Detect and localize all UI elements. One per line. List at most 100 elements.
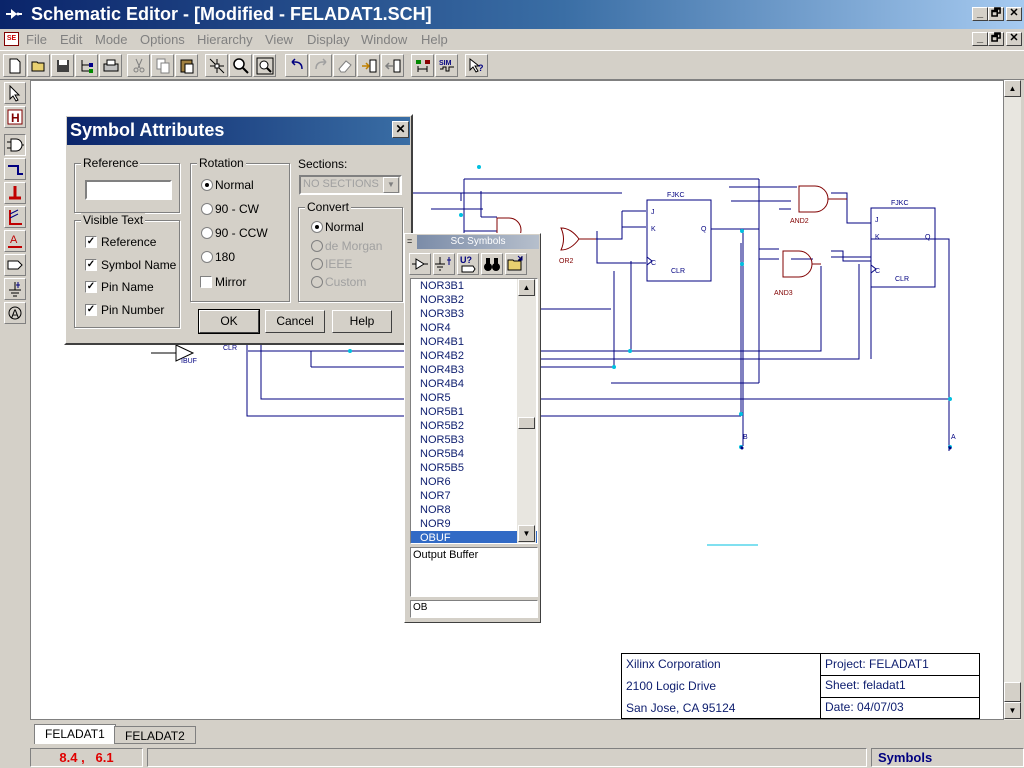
rotation-180-radio[interactable] [201, 251, 213, 263]
vertical-scrollbar[interactable]: ▲ ▼ [1004, 80, 1021, 720]
open-folder-icon[interactable] [505, 253, 527, 275]
help-pointer-icon[interactable]: ? [465, 54, 488, 77]
pin-number-checkbox[interactable]: ✓ [85, 304, 97, 316]
power-icon[interactable] [4, 278, 26, 300]
convert-custom-radio[interactable] [311, 276, 323, 288]
buffer-icon[interactable] [409, 253, 431, 275]
binoculars-icon[interactable] [481, 253, 503, 275]
sections-dropdown-arrow-icon[interactable]: ▼ [383, 177, 399, 193]
dialog-title: Symbol Attributes [67, 117, 410, 145]
convert-normal-label: Normal [325, 220, 364, 234]
sim-icon[interactable]: SIM [435, 54, 458, 77]
help-button[interactable]: Help [332, 310, 392, 333]
hierarchy-h-icon[interactable]: H [4, 106, 26, 128]
new-icon[interactable] [3, 54, 26, 77]
rotation-normal-radio[interactable] [201, 179, 213, 191]
save-icon[interactable] [51, 54, 74, 77]
mirror-checkbox[interactable] [200, 276, 212, 288]
menu-view[interactable]: View [265, 32, 293, 47]
fjkc1-pin-q: Q [701, 226, 707, 233]
symbol-list[interactable]: NOR3B1 NOR3B2 NOR3B3 NOR4 NOR4B1 NOR4B2 … [410, 278, 538, 544]
bus-icon[interactable] [4, 182, 26, 204]
document-icon[interactable]: SE [4, 32, 19, 46]
symbol-filter-input[interactable]: OB [410, 600, 538, 618]
tab-feladat2[interactable]: FELADAT2 [114, 726, 196, 744]
list-scroll-thumb[interactable] [518, 417, 535, 429]
scroll-up-button[interactable]: ▲ [1004, 80, 1021, 97]
copy-icon[interactable] [151, 54, 174, 77]
convert-demorgan-label: de Morgan [325, 239, 383, 253]
symbol-list-scrollbar[interactable]: ▲ ▼ [517, 279, 536, 543]
print-icon[interactable] [99, 54, 122, 77]
svg-text:A: A [11, 307, 19, 321]
left-tool-palette: H A A [0, 80, 30, 720]
menu-help[interactable]: Help [421, 32, 448, 47]
open-icon[interactable] [27, 54, 50, 77]
eraser-icon[interactable] [333, 54, 356, 77]
reference-input[interactable] [85, 180, 172, 200]
symbol-name-checkbox[interactable]: ✓ [85, 259, 97, 271]
menu-file[interactable]: File [26, 32, 47, 47]
doc-close-button[interactable]: ✕ [1006, 32, 1022, 46]
cut-icon[interactable] [127, 54, 150, 77]
io-marker-icon[interactable] [4, 254, 26, 276]
convert-demorgan-radio[interactable] [311, 240, 323, 252]
menu-hierarchy[interactable]: Hierarchy [197, 32, 253, 47]
scroll-thumb[interactable] [1004, 682, 1021, 702]
netlist-icon[interactable] [411, 54, 434, 77]
doc-restore-button[interactable]: 🗗 [988, 32, 1004, 46]
doc-minimize-button[interactable]: _ [972, 32, 988, 46]
visible-text-label: Visible Text [81, 213, 146, 227]
redo-icon[interactable] [309, 54, 332, 77]
zoom-icon[interactable] [229, 54, 252, 77]
fjkc2-pin-j: J [875, 217, 879, 224]
list-scroll-down-button[interactable]: ▼ [518, 525, 535, 542]
convert-ieee-radio[interactable] [311, 258, 323, 270]
rotation-90ccw-radio[interactable] [201, 227, 213, 239]
unknown-symbol-icon[interactable]: U? [457, 253, 479, 275]
ground-icon[interactable] [433, 253, 455, 275]
menu-window[interactable]: Window [361, 32, 407, 47]
convert-normal-radio[interactable] [311, 221, 323, 233]
push-icon[interactable] [357, 54, 380, 77]
fjkc1-pin-c: C [651, 260, 656, 267]
restore-button[interactable]: 🗗 [988, 7, 1004, 21]
menu-mode[interactable]: Mode [95, 32, 128, 47]
scroll-down-button[interactable]: ▼ [1004, 702, 1021, 719]
undo-icon[interactable] [285, 54, 308, 77]
zoom-to-box-icon[interactable] [205, 54, 228, 77]
reference-checkbox[interactable]: ✓ [85, 236, 97, 248]
minimize-button[interactable]: _ [972, 7, 988, 21]
label-a-icon[interactable]: A [4, 230, 26, 252]
dialog-close-button[interactable]: ✕ [392, 121, 409, 138]
symbol-description: Output Buffer [410, 547, 538, 597]
tab-feladat1[interactable]: FELADAT1 [34, 724, 116, 744]
close-button[interactable]: ✕ [1006, 7, 1022, 21]
list-scroll-up-button[interactable]: ▲ [518, 279, 535, 296]
select-arrow-icon[interactable] [4, 82, 26, 104]
fjkc1-clr: CLR [671, 268, 685, 275]
net-icon[interactable] [4, 158, 26, 180]
hierarchy-icon[interactable] [75, 54, 98, 77]
pin-name-checkbox[interactable]: ✓ [85, 281, 97, 293]
palette-title: SC Symbols [417, 235, 539, 249]
title-block-sheet: Sheet: feladat1 [820, 675, 980, 698]
menu-options[interactable]: Options [140, 32, 185, 47]
rotation-90cw-radio[interactable] [201, 203, 213, 215]
symbol-gate-icon[interactable] [4, 134, 26, 156]
menu-edit[interactable]: Edit [60, 32, 82, 47]
bus-entry-icon[interactable] [4, 206, 26, 228]
ibuf-label: IBUF [181, 358, 197, 365]
status-message [147, 748, 867, 767]
text-icon[interactable]: A [4, 302, 26, 324]
svg-text:SIM: SIM [439, 60, 452, 67]
paste-icon[interactable] [175, 54, 198, 77]
ok-button[interactable]: OK [198, 309, 260, 334]
palette-minimize-button[interactable]: = [407, 236, 416, 247]
pop-icon[interactable] [381, 54, 404, 77]
cancel-button[interactable]: Cancel [265, 310, 325, 333]
menu-display[interactable]: Display [307, 32, 350, 47]
zoom-full-icon[interactable] [253, 54, 276, 77]
menu-bar: SE File Edit Mode Options Hierarchy View… [0, 29, 1024, 50]
title-block-city: San Jose, CA 95124 [621, 698, 821, 719]
